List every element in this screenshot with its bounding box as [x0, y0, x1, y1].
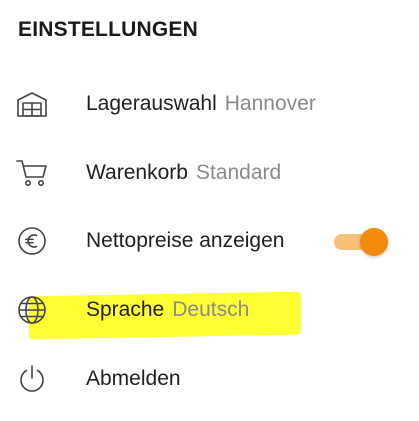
menu-item-logout[interactable]: Abmelden [0, 352, 419, 406]
menu-item-language[interactable]: Sprache Deutsch [0, 283, 419, 337]
menu-item-label: Warenkorb [86, 161, 188, 184]
settings-menu: EINSTELLUNGEN Lagerauswahl Hannover Waren… [0, 0, 419, 421]
net-prices-toggle[interactable] [334, 227, 388, 256]
toggle-thumb [360, 228, 388, 256]
globe-icon [16, 294, 48, 326]
menu-item-label: Lagerauswahl [86, 92, 217, 115]
menu-item-value: Standard [195, 161, 282, 184]
menu-item-label: Abmelden [86, 367, 181, 390]
menu-item-value: Deutsch [172, 298, 250, 321]
settings-title: EINSTELLUNGEN [18, 18, 198, 41]
power-icon [16, 363, 48, 395]
menu-item-cart[interactable]: Warenkorb Standard [0, 146, 419, 200]
cart-icon [16, 157, 48, 189]
menu-item-label: Sprache [86, 298, 165, 321]
euro-icon [16, 225, 48, 257]
menu-item-net-prices[interactable]: Nettopreise anzeigen [0, 214, 419, 268]
menu-item-label: Nettopreise anzeigen [86, 229, 285, 252]
warehouse-icon [16, 88, 48, 120]
menu-item-warehouse-selection[interactable]: Lagerauswahl Hannover [0, 77, 419, 131]
menu-item-value: Hannover [224, 92, 316, 115]
